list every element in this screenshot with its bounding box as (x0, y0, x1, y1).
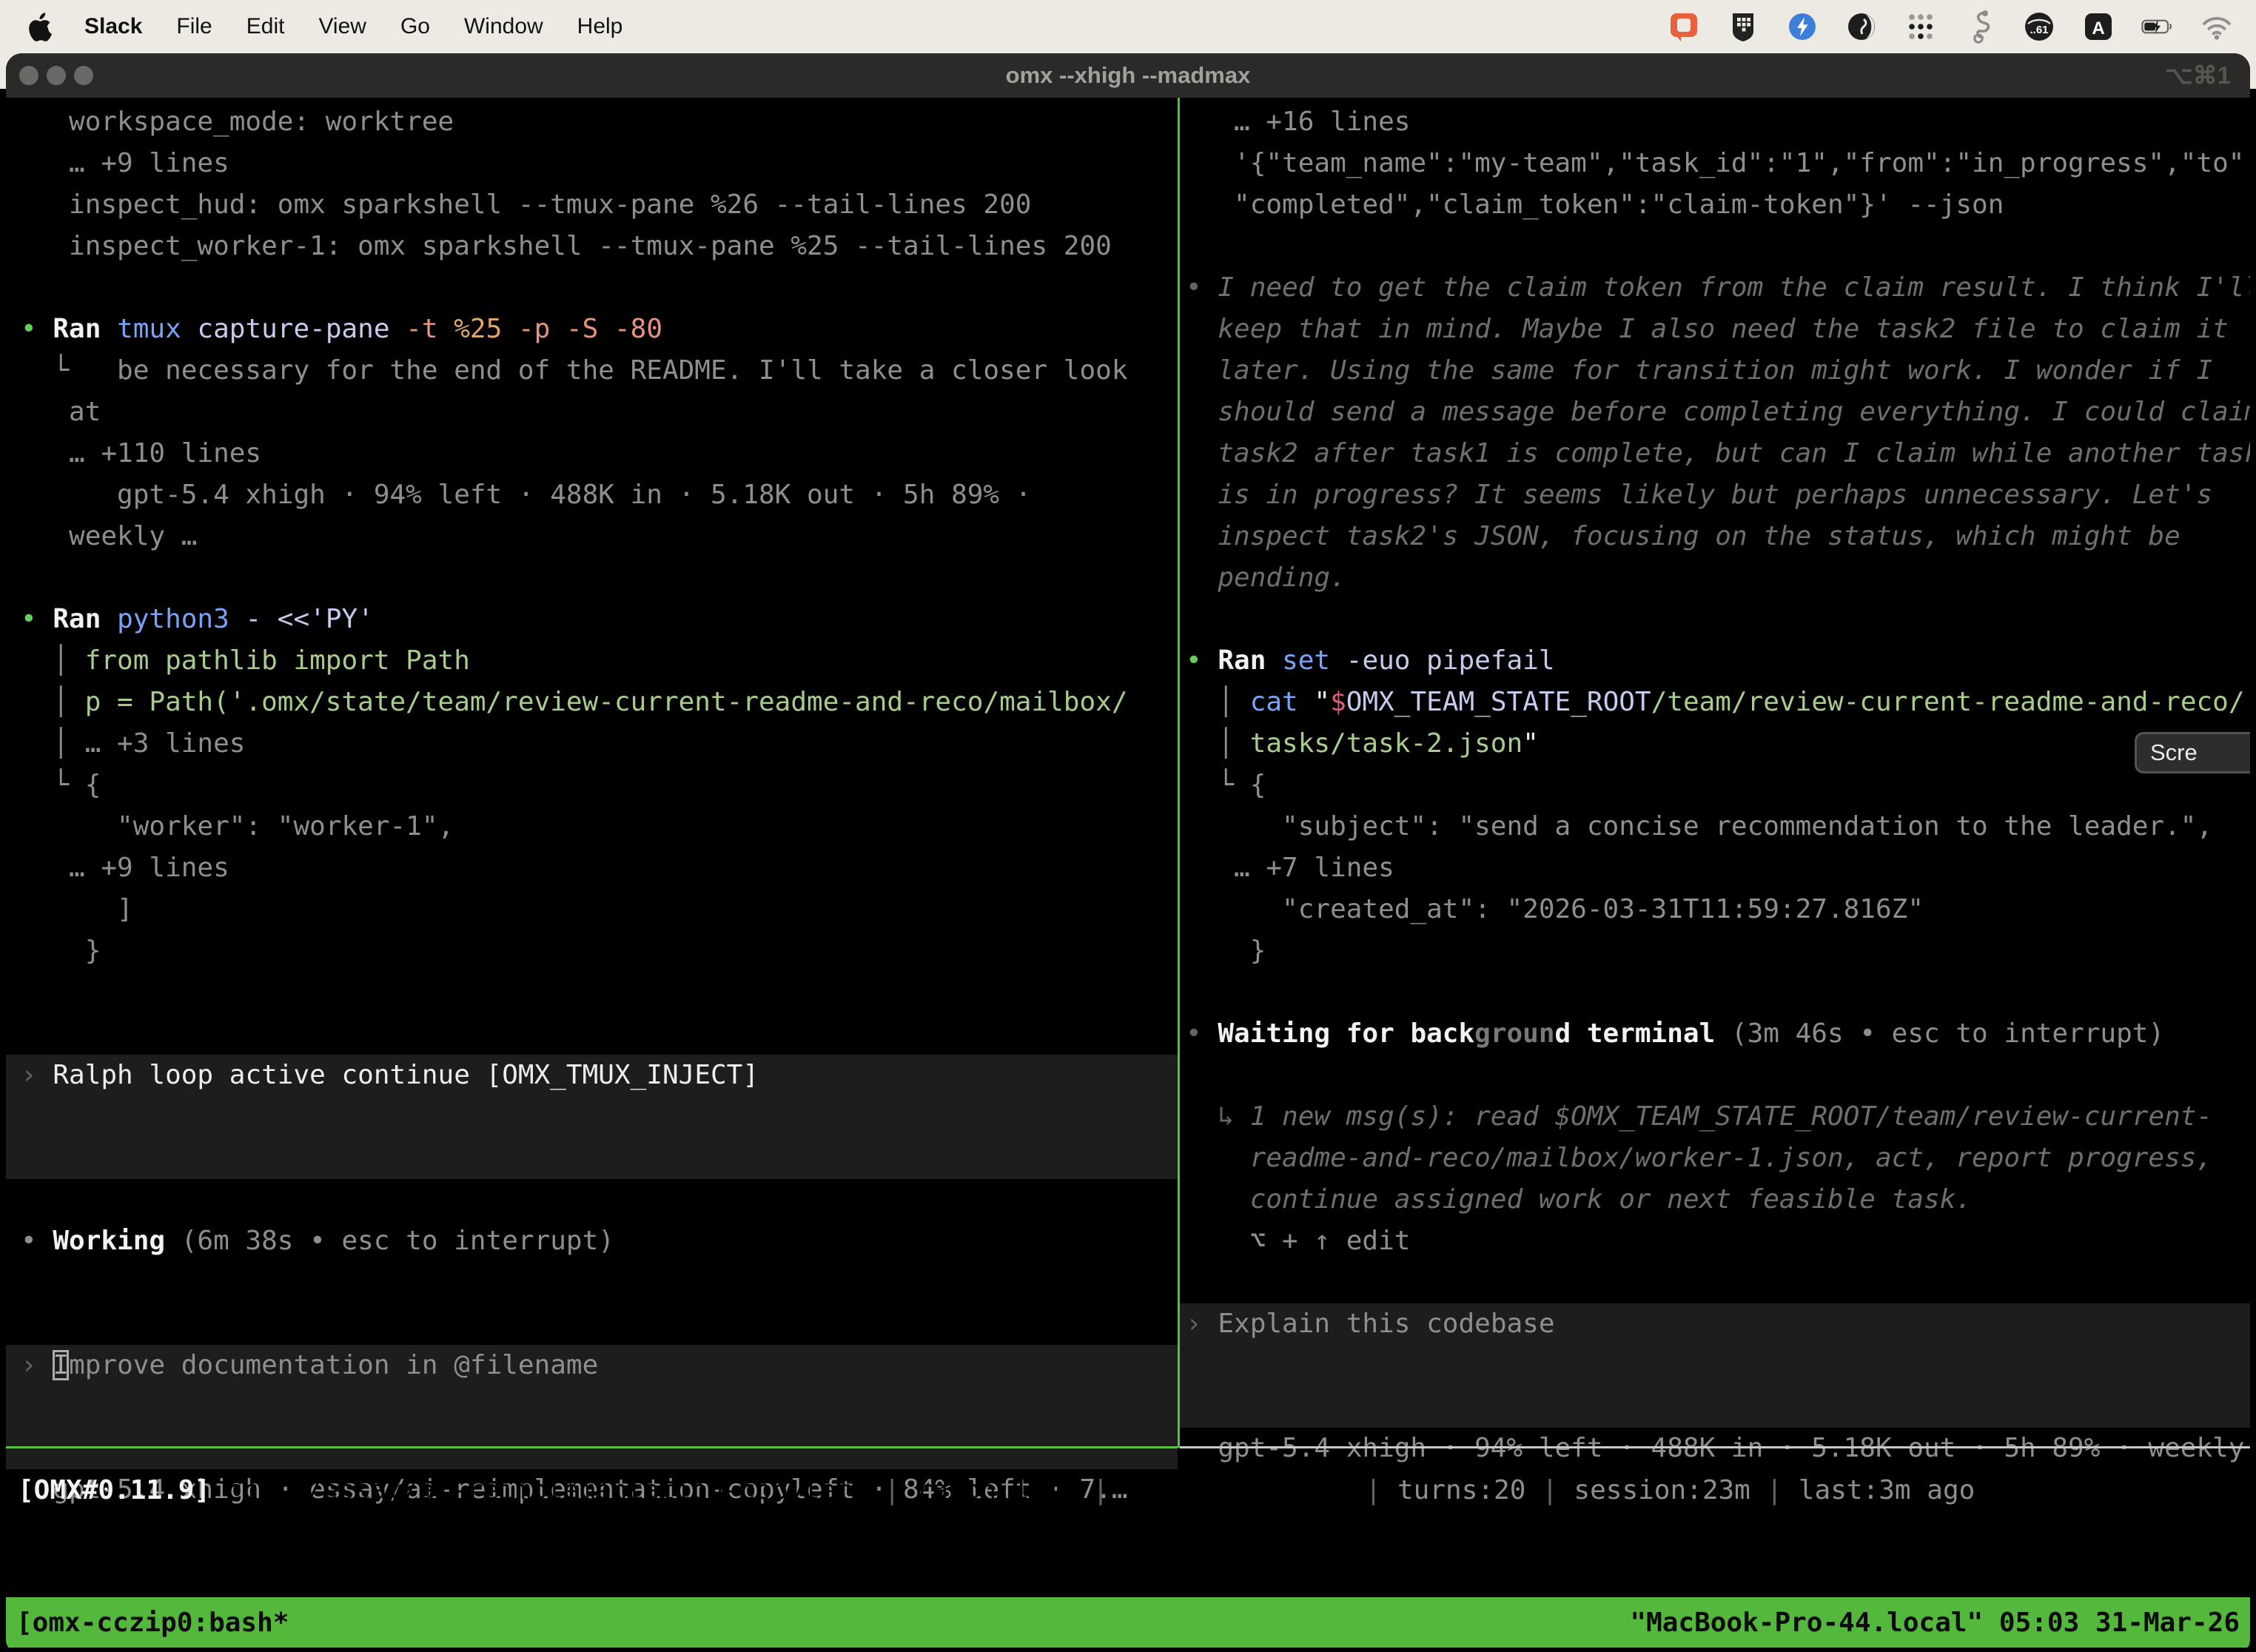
menu-item-view[interactable]: View (318, 14, 366, 39)
pane-divider[interactable] (1178, 98, 1180, 1448)
crescent-icon[interactable] (1844, 10, 1879, 44)
keyboard-layout-icon[interactable]: A (2081, 10, 2115, 44)
svg-text:A: A (2092, 19, 2104, 38)
right-pane-output: … +16 lines '{"team_name":"my-team","tas… (1186, 101, 2250, 1262)
right-pane-statusline: gpt-5.4 xhigh · 94% left · 488K in · 5.1… (1186, 1428, 2250, 1469)
menu-item-edit[interactable]: Edit (246, 14, 285, 39)
percent-badge-icon[interactable]: ..61 (2022, 10, 2056, 44)
left-prompt-input[interactable]: › Improve documentation in @filename (6, 1345, 1178, 1469)
terminal-content: workspace_mode: worktree … +9 lines insp… (6, 98, 2250, 1652)
menu-item-window[interactable]: Window (464, 14, 543, 39)
right-prompt-input[interactable]: › Explain this codebase (1180, 1303, 2250, 1428)
menu-bar: Slack File Edit View Go Window Help (0, 0, 2256, 53)
tmux-pane-right[interactable]: … +16 lines '{"team_name":"my-team","tas… (1180, 101, 2250, 1540)
left-pane-working: • Working (6m 38s • esc to interrupt) (21, 1179, 1178, 1303)
tmux-host-clock-label: "MacBook-Pro-44.local" 05:03 31-Mar-26 (1630, 1608, 2240, 1638)
omx-session-status: [OMX#0.11.9] cczip/essay/ai-reimplementa… (18, 1470, 2250, 1511)
shield-grid-icon[interactable] (1726, 10, 1760, 44)
window-title-bar[interactable]: omx --xhigh --madmax ⌥⌘1 (6, 53, 2250, 98)
window-shortcut-hint: ⌥⌘1 (2165, 53, 2231, 98)
dots-grid-icon[interactable] (1904, 10, 1938, 44)
blue-badge-icon[interactable] (1785, 10, 1819, 44)
battery-charging-icon[interactable] (2141, 10, 2175, 44)
screen: Slack File Edit View Go Window Help (0, 0, 2256, 1652)
ralph-loop-banner: › Ralph loop active continue [OMX_TMUX_I… (6, 1055, 1178, 1179)
right-pane-border-bottom (1180, 1446, 2250, 1448)
terminal-window: omx --xhigh --madmax ⌥⌘1 workspace_mode:… (6, 53, 2250, 1652)
screen-tooltip: Scre (2135, 732, 2250, 773)
apple-menu-icon[interactable] (22, 10, 56, 44)
window-title: omx --xhigh --madmax (6, 53, 2250, 98)
chat-app-icon[interactable] (1667, 10, 1701, 44)
squiggle-icon[interactable] (1963, 10, 1997, 44)
tmux-pane-left[interactable]: workspace_mode: worktree … +9 lines insp… (6, 101, 1178, 1540)
menu-bar-status-icons: ..61 A (1667, 10, 2234, 44)
tmux-status-bar[interactable]: [omx-cczip0:bash* "MacBook-Pro-44.local"… (6, 1597, 2250, 1648)
tmux-session-window-label: [omx-cczip0:bash* (16, 1608, 289, 1638)
menu-item-file[interactable]: File (176, 14, 212, 39)
left-pane-output: workspace_mode: worktree … +9 lines insp… (21, 101, 1178, 1013)
menu-items: Slack File Edit View Go Window Help (84, 14, 622, 39)
left-pane-border-bottom (6, 1446, 1178, 1448)
menu-item-go[interactable]: Go (400, 14, 430, 39)
menu-item-help[interactable]: Help (577, 14, 623, 39)
menu-item-slack[interactable]: Slack (84, 14, 142, 39)
percent-badge-label: ..61 (2030, 24, 2048, 36)
wifi-icon[interactable] (2200, 10, 2234, 44)
